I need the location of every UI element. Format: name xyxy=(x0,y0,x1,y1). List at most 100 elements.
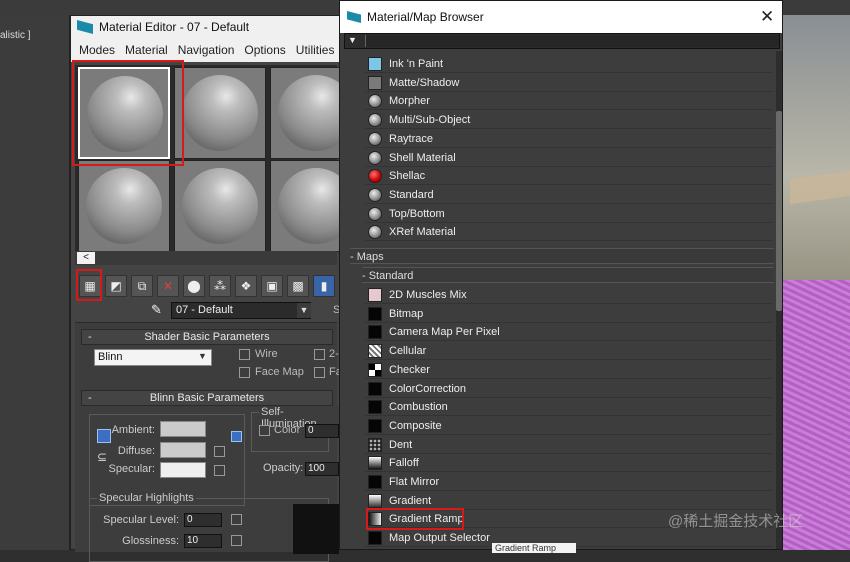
map-item[interactable]: 2D Muscles Mix xyxy=(365,286,773,304)
lock-maps-icon[interactable] xyxy=(231,431,242,442)
specular-level-spinner[interactable]: 0 xyxy=(184,513,222,527)
material-item[interactable]: Shell Material xyxy=(365,149,773,167)
material-item[interactable]: Top/Bottom xyxy=(365,205,773,223)
cellular-swatch-icon xyxy=(368,344,382,359)
map-item-label: Bitmap xyxy=(389,307,424,320)
make-copy-icon[interactable]: ⬤ xyxy=(183,275,205,297)
map-item[interactable]: Cellular xyxy=(365,342,773,361)
show-end-result-icon[interactable]: ▮ xyxy=(313,275,335,297)
blinn-basic-parameters-rollout[interactable]: - Blinn Basic Parameters xyxy=(81,390,333,406)
rollout-title: Blinn Basic Parameters xyxy=(149,392,265,404)
material-item[interactable]: Shellac xyxy=(365,167,773,186)
put-to-library-icon[interactable]: ❖ xyxy=(235,275,257,297)
material-item[interactable]: Morpher xyxy=(365,92,773,111)
highlight-curve-preview xyxy=(293,504,339,554)
wire-checkbox[interactable] xyxy=(239,349,250,360)
menu-utilities[interactable]: Utilities xyxy=(296,43,335,57)
ball-swatch-icon xyxy=(368,94,382,109)
map-item[interactable]: Flat Mirror xyxy=(365,473,773,491)
map-item[interactable]: Falloff xyxy=(365,454,773,473)
put-to-scene-icon[interactable]: ◩ xyxy=(105,275,127,297)
material-item-label: Raytrace xyxy=(389,132,434,145)
material-item[interactable]: Raytrace xyxy=(365,130,773,148)
menu-material[interactable]: Material xyxy=(125,43,168,57)
material-item-label: Top/Bottom xyxy=(389,207,445,220)
diffuse-color-swatch[interactable] xyxy=(160,442,206,458)
map-item-label: Falloff xyxy=(389,457,419,470)
map-item[interactable]: ColorCorrection xyxy=(365,380,773,398)
ball-swatch-icon xyxy=(368,150,382,165)
two-sided-checkbox[interactable] xyxy=(314,349,325,360)
make-unique-icon[interactable]: ⁂ xyxy=(209,275,231,297)
sample-sphere xyxy=(182,168,258,244)
black-swatch-icon xyxy=(368,325,382,340)
slot-scroll-left-button[interactable]: < xyxy=(77,252,95,264)
material-item[interactable]: XRef Material xyxy=(365,223,773,242)
left-viewport[interactable] xyxy=(0,15,70,550)
reset-icon[interactable]: ✕ xyxy=(157,275,179,297)
map-muscle-swatch-icon xyxy=(368,288,382,302)
menu-modes[interactable]: Modes xyxy=(79,43,115,57)
map-item-label: Map Output Selector xyxy=(389,532,490,545)
glossiness-map-button[interactable] xyxy=(231,535,242,546)
color-label: Color xyxy=(274,424,301,436)
eyedropper-icon[interactable]: ✎ xyxy=(151,302,162,318)
options-menu-icon[interactable]: ▼ xyxy=(348,35,357,45)
sample-slot-4[interactable] xyxy=(78,160,170,252)
material-item[interactable]: Standard xyxy=(365,186,773,204)
map-item[interactable]: Composite xyxy=(365,417,773,435)
specular-highlights-title: Specular Highlights xyxy=(97,492,196,504)
material-map-browser-window: Material/Map Browser ✕ ▼ Ink 'n Paint Mat… xyxy=(339,0,783,550)
highlight-box xyxy=(366,508,464,530)
map-item-label: ColorCorrection xyxy=(389,382,467,395)
chevron-down-icon[interactable]: ▼ xyxy=(198,351,207,361)
material-name-dropdown[interactable]: 07 - Default xyxy=(171,302,311,319)
ball-swatch-icon xyxy=(368,113,382,128)
watermark: @稀土掘金技术社区 xyxy=(668,513,804,530)
map-item[interactable]: Camera Map Per Pixel xyxy=(365,323,773,342)
standard-section-header[interactable]: - Standard xyxy=(362,267,774,283)
browser-scroll-thumb[interactable] xyxy=(776,111,782,311)
chevron-down-icon[interactable]: ▼ xyxy=(297,303,311,318)
material-item[interactable]: Multi/Sub-Object xyxy=(365,111,773,130)
viewport-label[interactable]: alistic ] xyxy=(0,30,31,41)
opacity-field[interactable]: 100 xyxy=(305,462,339,476)
rollout-title: Shader Basic Parameters xyxy=(144,331,270,343)
diffuse-map-button[interactable] xyxy=(214,446,225,457)
material-item[interactable]: Matte/Shadow xyxy=(365,74,773,92)
map-item[interactable]: Bitmap xyxy=(365,305,773,323)
specular-color-swatch[interactable] xyxy=(160,462,206,478)
maps-section-header[interactable]: - Maps xyxy=(350,248,774,264)
black-swatch-icon xyxy=(368,418,382,433)
ambient-color-swatch[interactable] xyxy=(160,421,206,437)
material-editor-menubar: Modes Material Navigation Options Utilit… xyxy=(71,38,339,62)
map-item[interactable]: Checker xyxy=(365,361,773,379)
specular-level-map-button[interactable] xyxy=(231,514,242,525)
material-item[interactable]: Ink 'n Paint xyxy=(365,55,773,73)
face-map-checkbox[interactable] xyxy=(239,367,250,378)
map-item[interactable]: Gradient xyxy=(365,492,773,510)
show-in-viewport-icon[interactable]: ▩ xyxy=(287,275,309,297)
ball-swatch-icon xyxy=(368,206,382,221)
sample-slot-2[interactable] xyxy=(174,67,266,159)
self-illum-color-checkbox[interactable] xyxy=(259,425,270,436)
shader-type-dropdown[interactable]: Blinn xyxy=(94,349,212,366)
search-input[interactable] xyxy=(365,35,779,47)
specular-map-button[interactable] xyxy=(214,465,225,476)
menu-navigation[interactable]: Navigation xyxy=(178,43,235,57)
self-illum-value-field[interactable]: 0 xyxy=(305,424,339,438)
highlight-box xyxy=(72,60,184,166)
material-id-icon[interactable]: ▣ xyxy=(261,275,283,297)
map-item[interactable]: Combustion xyxy=(365,398,773,417)
sample-slot-5[interactable] xyxy=(174,160,266,252)
glossiness-spinner[interactable]: 10 xyxy=(184,534,222,548)
assign-to-selection-icon[interactable]: ⧉ xyxy=(131,275,153,297)
faceted-checkbox[interactable] xyxy=(314,367,325,378)
shader-basic-parameters-rollout[interactable]: - Shader Basic Parameters xyxy=(81,329,333,345)
menu-options[interactable]: Options xyxy=(244,43,285,57)
two-sided-label: 2- xyxy=(329,348,339,360)
slot-scrollbar[interactable] xyxy=(75,251,337,265)
map-item-label: Checker xyxy=(389,363,430,376)
map-item[interactable]: Dent xyxy=(365,436,773,454)
close-icon[interactable]: ✕ xyxy=(760,7,774,27)
